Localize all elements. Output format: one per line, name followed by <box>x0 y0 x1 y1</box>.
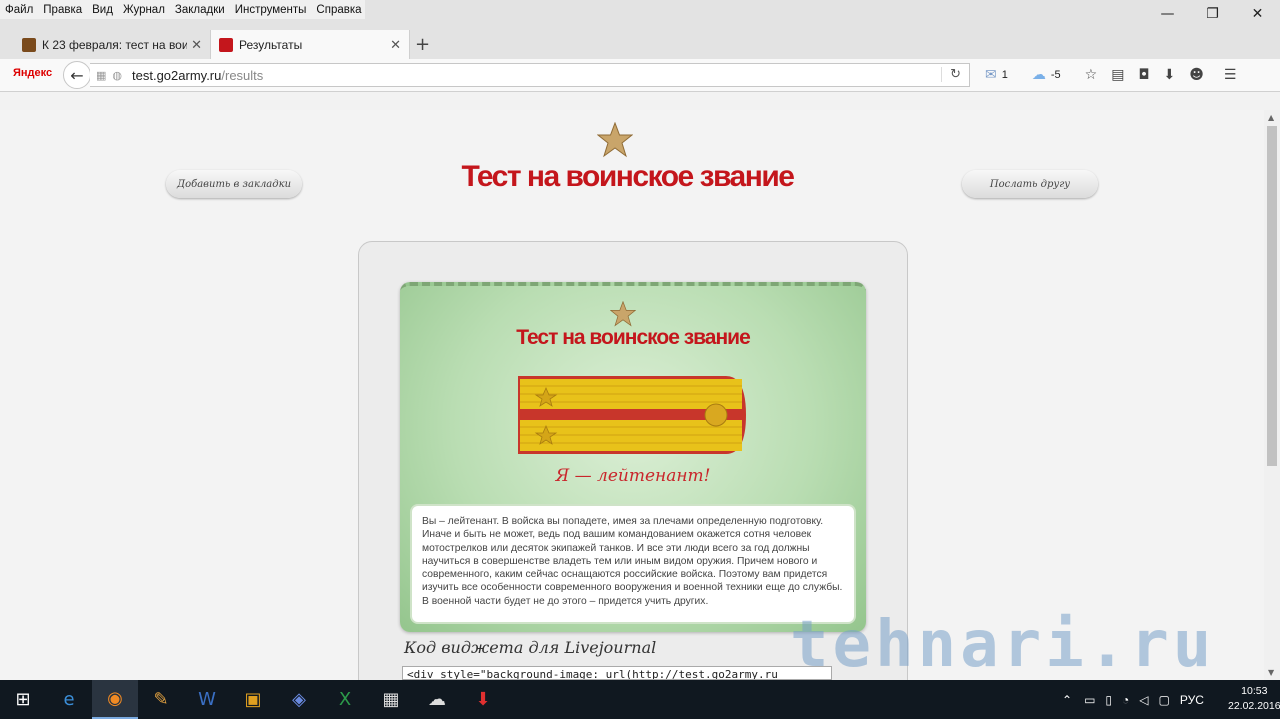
cloud-icon: ☁ <box>1031 67 1046 83</box>
app-icon[interactable]: ☁ <box>414 680 460 719</box>
paint-icon[interactable]: ✎ <box>138 680 184 719</box>
download-icon[interactable]: ⬇ <box>1164 67 1176 83</box>
url-path: /results <box>221 67 264 83</box>
toolbar-right: ✉ 1 ☁ -5 ☆ ▤ ◘ ⬇ ☻ ☰ <box>985 62 1250 88</box>
star-emblem-icon <box>610 301 636 327</box>
scroll-down-icon[interactable]: ▼ <box>1268 668 1274 677</box>
reading-list-icon[interactable]: ▤ <box>1111 67 1124 83</box>
globe-icon: ◍ <box>112 68 123 82</box>
widget-heading: Код виджета для Livejournal <box>404 638 657 657</box>
app-icon[interactable]: ▣ <box>230 680 276 719</box>
menu-bar: Файл Правка Вид Журнал Закладки Инструме… <box>0 0 365 19</box>
smiley-icon[interactable]: ☻ <box>1189 67 1204 83</box>
input-language[interactable]: РУС <box>1180 693 1204 707</box>
menu-file[interactable]: Файл <box>0 4 38 16</box>
result-rank: Я — лейтенант! <box>555 466 711 486</box>
tab-results[interactable]: Результаты ✕ <box>210 30 410 59</box>
scroll-up-icon[interactable]: ▲ <box>1268 113 1274 122</box>
excel-icon[interactable]: X <box>322 680 368 719</box>
menu-history[interactable]: Журнал <box>118 4 170 16</box>
star-emblem-icon <box>597 122 633 158</box>
volume-icon[interactable]: ◁ <box>1139 693 1148 707</box>
lieutenant-epaulette-icon <box>518 376 746 454</box>
mail-count: 1 <box>1001 69 1008 81</box>
wifi-icon[interactable]: ◔ <box>1122 693 1129 707</box>
restore-button[interactable]: ❐ <box>1190 0 1235 28</box>
tab-title: К 23 февраля: тест на вои... <box>42 37 188 52</box>
bookmark-star-icon[interactable]: ☆ <box>1085 67 1098 83</box>
result-card: Тест на воинское звание Я — лейтенант! В… <box>400 282 866 632</box>
tab-title: Результаты <box>239 37 303 52</box>
weather-widget[interactable]: ☁ -5 <box>1032 67 1061 83</box>
close-window-button[interactable]: ✕ <box>1235 0 1280 28</box>
clock-time: 10:53 <box>1241 685 1268 697</box>
network-icon[interactable]: ▯ <box>1105 693 1112 707</box>
reload-icon[interactable]: ↻ <box>941 67 961 82</box>
tab-favicon-icon <box>219 37 233 52</box>
page-title: Тест на воинское звание <box>461 160 795 193</box>
clock-date: 22.02.2016 <box>1228 700 1280 712</box>
battery-icon[interactable]: ▭ <box>1084 693 1095 707</box>
widget-code-field[interactable]: <div style="background-image: url(http:/… <box>402 666 832 680</box>
system-tray: ⌃ ▭ ▯ ◔ ◁ ▢ РУС <box>1062 680 1204 719</box>
scroll-thumb[interactable] <box>1267 126 1277 466</box>
mail-icon: ✉ <box>985 67 997 83</box>
menu-help[interactable]: Справка <box>311 4 366 16</box>
clock[interactable]: 10:53 22.02.2016 <box>1228 684 1280 714</box>
hamburger-menu-icon[interactable]: ☰ <box>1224 67 1237 83</box>
add-bookmark-button[interactable]: Добавить в закладки <box>166 170 302 198</box>
menu-view[interactable]: Вид <box>87 4 118 16</box>
weather-temp: -5 <box>1050 69 1061 81</box>
mail-widget[interactable]: ✉ 1 <box>985 67 1008 83</box>
address-bar[interactable]: ▦ ◍ test.go2army.ru/results ↻ <box>90 63 970 87</box>
chevron-up-icon[interactable]: ⌃ <box>1062 693 1072 707</box>
start-windows-icon[interactable]: ⊞ <box>0 680 46 719</box>
tab-quiz[interactable]: К 23 февраля: тест на вои... ✕ <box>14 30 210 59</box>
word-icon[interactable]: W <box>184 680 230 719</box>
watermark: tehnari.ru <box>790 608 1216 682</box>
vertical-scrollbar[interactable]: ▲ ▼ <box>1264 110 1280 680</box>
tab-close-icon[interactable]: ✕ <box>191 37 202 53</box>
app-icon[interactable]: ◈ <box>276 680 322 719</box>
result-description: Вы – лейтенант. В войска вы попадете, им… <box>410 504 856 624</box>
edge-icon[interactable]: e <box>46 680 92 719</box>
card-title: Тест на воинское звание <box>516 326 751 349</box>
back-button[interactable]: ← <box>63 61 91 89</box>
send-friend-button[interactable]: Послать другу <box>962 170 1098 198</box>
pocket-icon[interactable]: ◘ <box>1138 67 1149 83</box>
tiles-icon[interactable]: ▦ <box>96 69 106 82</box>
menu-edit[interactable]: Правка <box>38 4 87 16</box>
menu-tools[interactable]: Инструменты <box>230 4 312 16</box>
notification-icon[interactable]: ▢ <box>1159 693 1170 707</box>
yandex-logo[interactable]: Яндекс <box>13 67 52 79</box>
minimize-button[interactable]: — <box>1145 0 1190 28</box>
tab-close-icon[interactable]: ✕ <box>390 37 401 53</box>
app-icon[interactable]: ⬇ <box>460 680 506 719</box>
url-host: test.go2army.ru <box>132 67 222 83</box>
firefox-icon[interactable]: ◉ <box>92 680 138 719</box>
menu-bookmarks[interactable]: Закладки <box>170 4 230 16</box>
new-tab-button[interactable]: + <box>415 34 430 55</box>
window-controls: — ❐ ✕ <box>1145 0 1280 28</box>
tab-favicon-icon <box>22 37 36 52</box>
app-icon[interactable]: ▦ <box>368 680 414 719</box>
url-text[interactable]: test.go2army.ru/results <box>132 68 263 83</box>
